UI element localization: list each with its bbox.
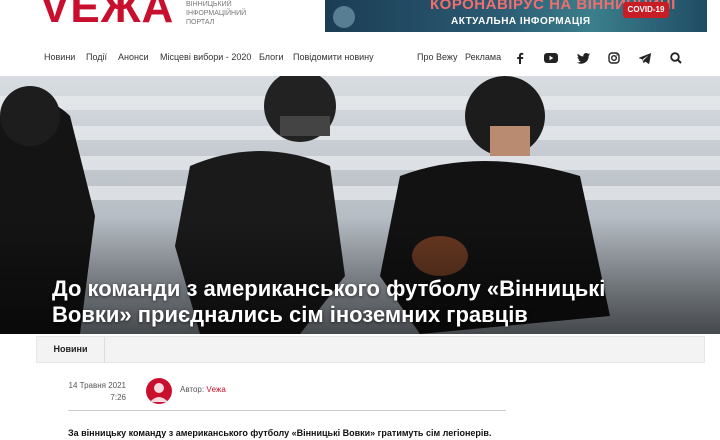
nav-item-blogs[interactable]: Блоги	[259, 52, 283, 62]
nav-item-ads[interactable]: Реклама	[465, 52, 501, 62]
article-date: 14 Травня 2021	[68, 381, 126, 390]
nav-item-news[interactable]: Новини	[44, 52, 75, 62]
author-line: Автор: Vежа	[180, 385, 226, 394]
nav-item-elections[interactable]: Місцеві вибори - 2020	[160, 52, 251, 62]
main-nav: Новини Події Анонси Місцеві вибори - 202…	[0, 46, 720, 72]
logo-subtitle: Вінницький інформаційний портал	[186, 1, 247, 26]
nav-item-announcements[interactable]: Анонси	[118, 52, 148, 62]
breadcrumb: Новини	[36, 336, 705, 363]
article-title[interactable]: До команди з американського футболу «Він…	[52, 276, 672, 328]
author-avatar-icon	[150, 383, 168, 402]
search-icon[interactable]	[668, 50, 684, 66]
site-header: VEЖA Вінницький інформаційний портал КОР…	[0, 0, 720, 42]
article-lead: За вінницьку команду з американського фу…	[68, 428, 492, 438]
covid-banner[interactable]: КОРОНАВІРУС НА ВІННИЧЧИНІ АКТУАЛЬНА ІНФО…	[325, 0, 707, 32]
author-avatar[interactable]	[146, 378, 172, 404]
author-name[interactable]: Vежа	[206, 385, 226, 394]
twitter-icon[interactable]	[575, 50, 591, 66]
nav-item-about[interactable]: Про Вежу	[417, 52, 458, 62]
article-time: 7:26	[110, 393, 126, 402]
banner-subtitle: АКТУАЛЬНА ІНФОРМАЦІЯ	[451, 16, 591, 27]
hero-image[interactable]: До команди з американського футболу «Він…	[0, 76, 720, 334]
telegram-icon[interactable]	[637, 50, 653, 66]
meta-divider	[68, 410, 506, 411]
youtube-icon[interactable]	[543, 50, 559, 66]
facebook-icon[interactable]	[512, 50, 528, 66]
author-label: Автор:	[180, 385, 205, 394]
nav-item-report-news[interactable]: Повідомити новину	[293, 52, 374, 62]
virus-icon	[333, 6, 355, 28]
category-tab-news[interactable]: Новини	[37, 337, 105, 362]
nav-item-events[interactable]: Події	[86, 52, 107, 62]
instagram-icon[interactable]	[606, 50, 622, 66]
article-datetime: 14 Травня 2021 7:26	[60, 380, 126, 404]
site-logo[interactable]: VEЖA	[40, 0, 174, 30]
covid-badge: COVID-19	[623, 2, 669, 18]
